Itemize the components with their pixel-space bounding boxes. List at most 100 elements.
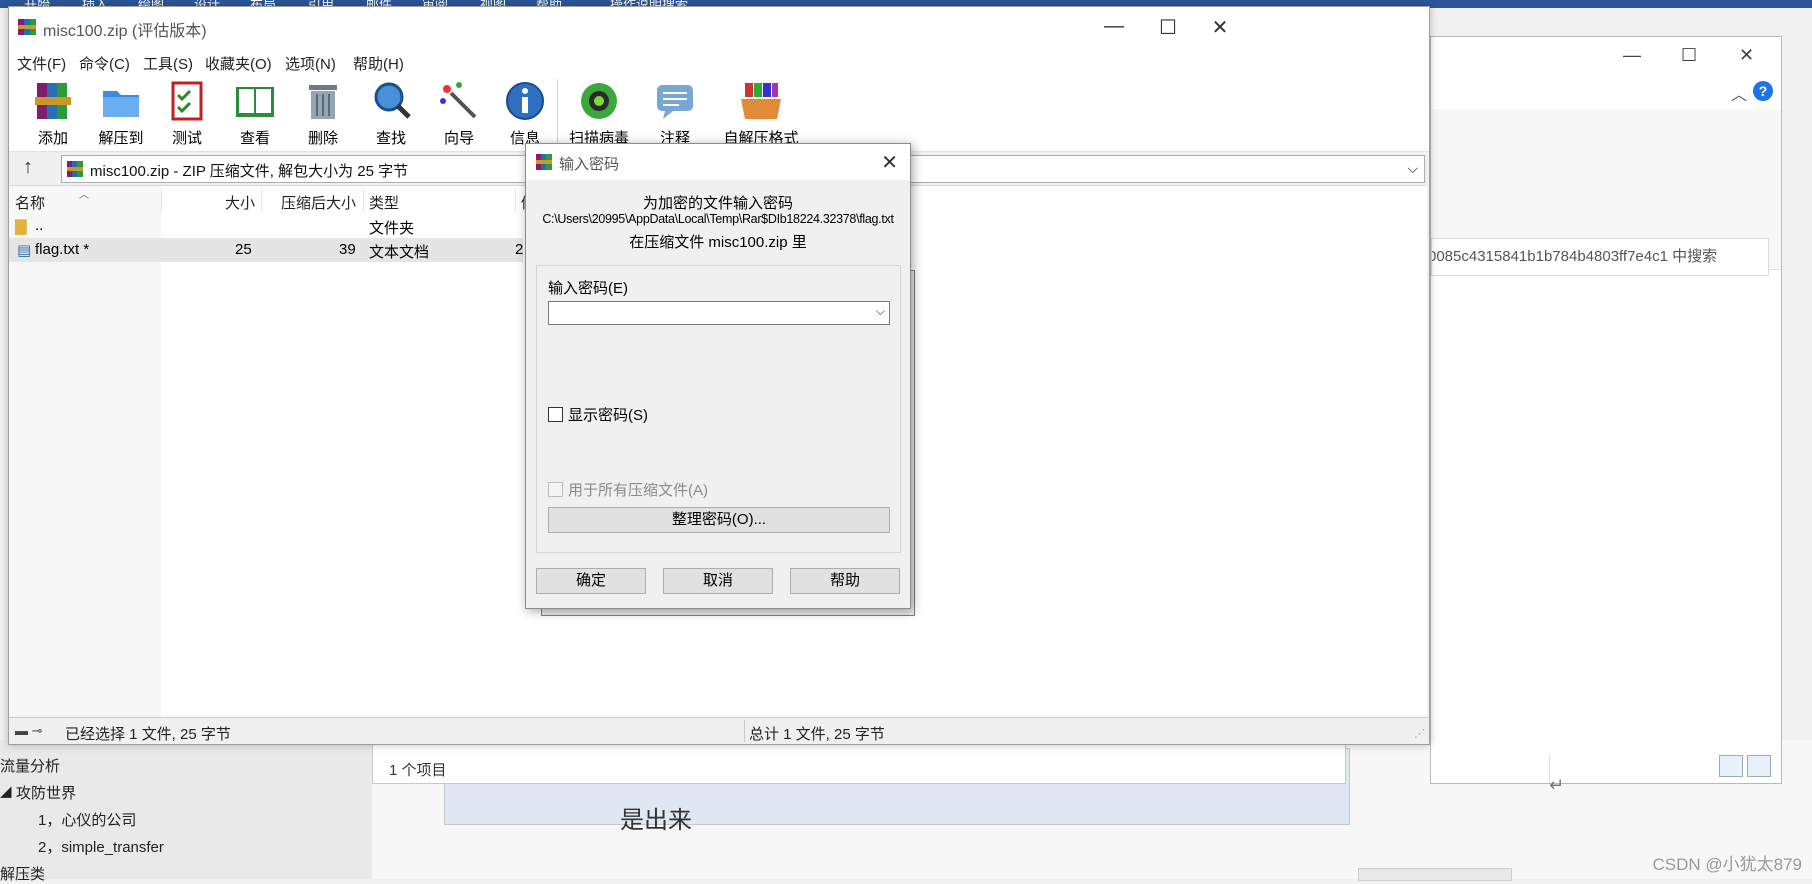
nav-item[interactable]: 流量分析 [0, 755, 60, 776]
nav-item[interactable]: 攻防世界 [16, 782, 76, 803]
status-total: 总计 1 文件, 25 字节 [749, 726, 885, 743]
watermark: CSDN @小犹太879 [1652, 855, 1802, 874]
details-view-icon[interactable] [1719, 755, 1743, 777]
menu-tools[interactable]: 工具(S) [143, 53, 193, 74]
divider [744, 720, 745, 742]
test-button[interactable]: 测试 [157, 79, 217, 148]
explorer-mid-window: 1 个项目 [372, 740, 1346, 784]
column-header-type[interactable]: 类型 [369, 192, 399, 213]
drive-key-icon: ▬ ⊸ [15, 723, 43, 738]
thumbnail-view-icon[interactable] [1747, 755, 1771, 777]
encrypted-file-path: C:\Users\20995\AppData\Local\Temp\Rar$DI… [542, 212, 894, 226]
info-icon [506, 82, 544, 120]
winrar-app-icon [536, 154, 552, 170]
trash-icon [309, 85, 337, 119]
up-arrow-icon[interactable]: ↑ [23, 156, 33, 179]
book-icon [236, 87, 274, 117]
view-switcher [1719, 755, 1775, 781]
sfx-box-icon [741, 83, 781, 119]
address-text: misc100.zip - ZIP 压缩文件, 解包大小为 25 字节 [90, 163, 409, 180]
status-bar: ▬ ⊸ 已经选择 1 文件, 25 字节 总计 1 文件, 25 字节 ⋰ [9, 717, 1429, 744]
dialog-titlebar: 输入密码 ✕ [526, 144, 910, 180]
list-item-file[interactable]: ▤ flag.txt * 25 39 文本文档 2 [9, 238, 523, 262]
column-divider[interactable] [261, 188, 262, 212]
info-button[interactable]: 信息 [495, 79, 555, 148]
toolbar: 添加 解压到 测试 查看 删除 查找 向导 信息 扫描病毒 注释 自解压格式 [9, 75, 1429, 152]
chevron-down-icon[interactable]: ⌵ [876, 304, 885, 319]
sfx-button[interactable]: 自解压格式 [715, 79, 807, 148]
extract-to-button[interactable]: 解压到 [91, 79, 151, 148]
nav-item[interactable]: 1，心仪的公司 [38, 809, 136, 830]
help-button[interactable]: 帮助 [790, 568, 900, 594]
minimize-icon[interactable]: — [1091, 15, 1137, 38]
menu-bar: 文件(F) 命令(C) 工具(S) 收藏夹(O) 选项(N) 帮助(H) [9, 47, 1429, 75]
menu-file[interactable]: 文件(F) [17, 53, 66, 74]
cancel-button[interactable]: 取消 [663, 568, 773, 594]
column-header-packed[interactable]: 压缩后大小 [281, 192, 356, 213]
chevron-up-icon[interactable]: ︿ [1731, 81, 1747, 105]
enter-icon: ↵ [1549, 775, 1565, 795]
close-icon[interactable]: ✕ [881, 150, 898, 175]
menu-help[interactable]: 帮助(H) [353, 53, 404, 74]
archive-name: 在压缩文件 misc100.zip 里 [629, 234, 807, 251]
add-button[interactable]: 添加 [23, 79, 83, 148]
show-password-checkbox[interactable] [548, 407, 563, 422]
close-icon[interactable]: ✕ [1197, 15, 1243, 40]
delete-button[interactable]: 删除 [293, 79, 353, 148]
explorer-search-input[interactable]: 0085c4315841b1b784b4803ff7e4c1 中搜索 [1431, 238, 1769, 276]
resize-grip-icon[interactable]: ⋰ [1414, 727, 1425, 740]
chevron-down-icon[interactable]: ⌵ [1407, 160, 1418, 177]
find-button[interactable]: 查找 [361, 79, 421, 148]
password-input[interactable]: ⌵ [548, 301, 890, 325]
ok-button[interactable]: 确定 [536, 568, 646, 594]
close-icon[interactable]: ✕ [1739, 45, 1754, 66]
file-packed-size: 39 [339, 241, 356, 258]
column-divider[interactable] [515, 188, 516, 212]
checklist-icon [171, 81, 203, 121]
use-all-archives-checkbox[interactable] [548, 482, 563, 497]
comment-button[interactable]: 注释 [645, 79, 705, 148]
explorer-window: — ☐ ✕ ︿ ? 0085c4315841b1b784b4803ff7e4c1… [1430, 36, 1782, 795]
organize-passwords-button[interactable]: 整理密码(O)... [548, 507, 890, 533]
password-label: 输入密码(E) [548, 280, 628, 297]
dialog-title: 输入密码 [559, 156, 620, 173]
file-name: flag.txt * [35, 241, 90, 258]
column-divider[interactable] [363, 188, 364, 212]
maximize-icon[interactable]: ☐ [1145, 15, 1191, 40]
nav-item[interactable]: 2，simple_transfer [38, 836, 164, 857]
minimize-icon[interactable]: — [1623, 45, 1641, 66]
nav-collapse-icon[interactable]: ◢ [0, 782, 12, 800]
folder-icon: ▇ [15, 218, 27, 235]
wizard-button[interactable]: 向导 [429, 79, 489, 148]
use-all-archives-label[interactable]: 用于所有压缩文件(A) [568, 479, 708, 500]
explorer-titlebar: — ☐ ✕ [1431, 37, 1781, 75]
background-tab [1358, 868, 1512, 881]
winrar-app-icon [18, 19, 36, 35]
scan-virus-button[interactable]: 扫描病毒 [569, 79, 629, 148]
nav-item[interactable]: 解压类 [0, 863, 45, 884]
column-divider[interactable] [161, 188, 162, 212]
help-icon[interactable]: ? [1753, 81, 1773, 101]
dialog-heading: 为加密的文件输入密码 [642, 195, 793, 212]
menu-options[interactable]: 选项(N) [285, 53, 336, 74]
column-header-name[interactable]: 名称 [15, 192, 45, 213]
view-button[interactable]: 查看 [225, 79, 285, 148]
file-name: .. [35, 217, 44, 234]
magnifier-icon [374, 82, 411, 119]
maximize-icon[interactable]: ☐ [1681, 45, 1697, 66]
file-type: 文本文档 [369, 244, 430, 261]
magic-wand-icon [440, 82, 477, 119]
menu-commands[interactable]: 命令(C) [79, 53, 130, 74]
menu-favorites[interactable]: 收藏夹(O) [205, 53, 272, 74]
winrar-titlebar: misc100.zip (评估版本) — ☐ ✕ [9, 7, 1429, 47]
document-text: 是出来 [620, 807, 692, 834]
window-title: misc100.zip (评估版本) [43, 23, 207, 40]
bug-icon [581, 83, 617, 119]
column-header-size[interactable]: 大小 [225, 192, 255, 213]
status-selection: 已经选择 1 文件, 25 字节 [65, 726, 231, 743]
archive-icon [67, 161, 83, 177]
file-modified: 2 [515, 241, 524, 258]
show-password-label[interactable]: 显示密码(S) [568, 404, 648, 425]
toolbar-divider [557, 79, 558, 143]
text-file-icon: ▤ [17, 242, 32, 259]
